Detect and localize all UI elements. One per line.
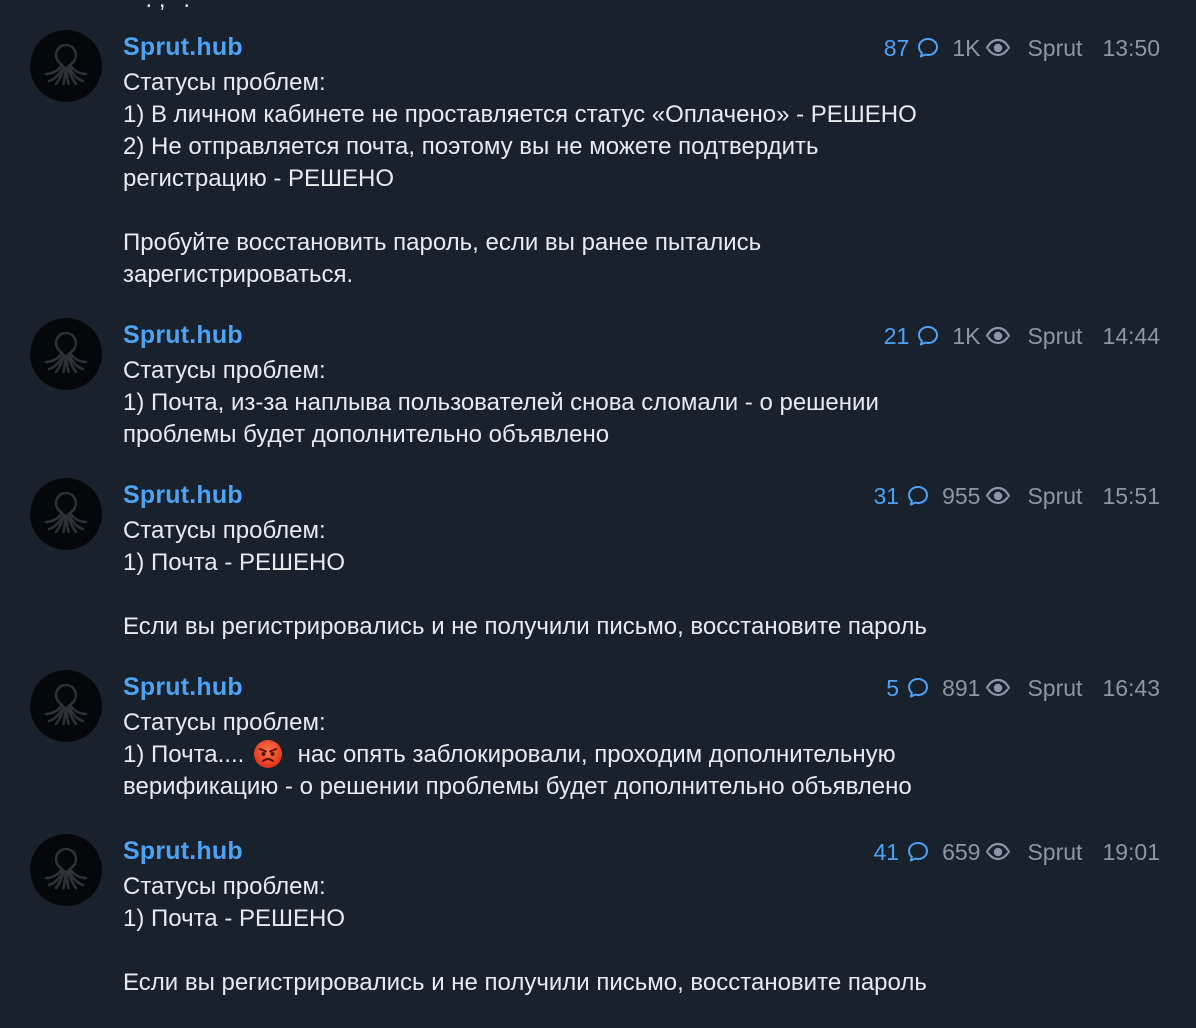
post-text-line: 1) Почта.... нас опять заблокировали, пр…	[123, 740, 896, 768]
post-meta: 21 1K Sprut 14:44	[884, 321, 1160, 351]
comments-count[interactable]: 21	[884, 323, 910, 350]
angry-face-emoji-icon	[254, 740, 282, 768]
post-text-line: Статусы проблем:	[123, 709, 326, 736]
partial-previous-line: ' ' . , ' . '	[123, 0, 201, 14]
channel-avatar[interactable]	[30, 670, 102, 742]
post-text-line: 1) Почта - РЕШЕНО	[123, 905, 345, 932]
post-time: 15:51	[1102, 482, 1160, 509]
comments-count[interactable]: 31	[873, 483, 899, 510]
post-signature: Sprut	[1027, 34, 1083, 61]
post-text-line	[123, 579, 1163, 611]
views-count: 1K	[952, 34, 981, 61]
post-time: 14:44	[1102, 322, 1160, 349]
post-signature: Sprut	[1027, 482, 1083, 509]
channel-name[interactable]: Sprut.hub	[123, 33, 243, 62]
post-text-line: Статусы проблем:	[123, 517, 326, 544]
post-text: Статусы проблем: 1) В личном кабинете не …	[123, 67, 1163, 291]
post-meta: 31 955 Sprut 15:51	[873, 481, 1160, 511]
post-text-line: Статусы проблем:	[123, 69, 326, 96]
post-text-line: Если вы регистрировались и не получили п…	[123, 613, 927, 640]
post-signature: Sprut	[1027, 674, 1083, 701]
post-signature: Sprut	[1027, 322, 1083, 349]
post-meta: 87 1K Sprut 13:50	[884, 33, 1160, 63]
comments-count[interactable]: 41	[873, 839, 899, 866]
post-text-line: Статусы проблем:	[123, 873, 326, 900]
channel-avatar[interactable]	[30, 834, 102, 906]
comment-bubble-icon[interactable]	[916, 36, 940, 60]
post-text-line: регистрацию - РЕШЕНО	[123, 165, 395, 192]
channel-avatar[interactable]	[30, 478, 102, 550]
post-text: Статусы проблем: 1) Почта - РЕШЕНО Если вы…	[123, 871, 1163, 999]
eye-icon	[985, 841, 1011, 863]
views-count: 891	[942, 674, 981, 701]
channel-avatar[interactable]	[30, 318, 102, 390]
post-signature: Sprut	[1027, 838, 1083, 865]
post-text-line: 1) Почта - РЕШЕНО	[123, 549, 345, 576]
views-count: 1K	[952, 322, 981, 349]
post-time: 13:50	[1102, 34, 1160, 61]
post-text-line: 2) Не отправляется почта, поэтому вы не …	[123, 133, 819, 160]
post-time: 16:43	[1102, 674, 1160, 701]
comment-bubble-icon[interactable]	[906, 484, 930, 508]
comment-bubble-icon[interactable]	[916, 324, 940, 348]
views-count: 955	[942, 482, 981, 509]
post-text-line: проблемы будет дополнительно объявлено	[123, 421, 610, 448]
channel-name[interactable]: Sprut.hub	[123, 481, 243, 510]
post-text: Статусы проблем: 1) Почта - РЕШЕНО Если вы…	[123, 515, 1163, 643]
post-text-line: Статусы проблем:	[123, 357, 326, 384]
eye-icon	[985, 325, 1011, 347]
post-text-line	[123, 935, 1163, 967]
channel-name[interactable]: Sprut.hub	[123, 673, 243, 702]
post-text-line	[123, 195, 1163, 227]
comments-count[interactable]: 5	[886, 675, 899, 702]
comment-bubble-icon[interactable]	[906, 676, 930, 700]
eye-icon	[985, 37, 1011, 59]
post-text-line: Пробуйте восстановить пароль, если вы ра…	[123, 229, 762, 256]
post-text: Статусы проблем: 1) Почта, из-за наплыва …	[123, 355, 1163, 451]
eye-icon	[985, 485, 1011, 507]
post-meta: 5 891 Sprut 16:43	[886, 673, 1160, 703]
post-text-line: 1) Почта, из-за наплыва пользователей сн…	[123, 389, 879, 416]
comments-count[interactable]: 87	[884, 35, 910, 62]
views-count: 659	[942, 838, 981, 865]
post-time: 19:01	[1102, 838, 1160, 865]
post-text-line: 1) В личном кабинете не проставляется ст…	[123, 101, 917, 128]
eye-icon	[985, 677, 1011, 699]
post-text-line: зарегистрироваться.	[123, 261, 354, 288]
post-text-line: Если вы регистрировались и не получили п…	[123, 969, 927, 996]
channel-avatar[interactable]	[30, 30, 102, 102]
channel-name[interactable]: Sprut.hub	[123, 837, 243, 866]
comment-bubble-icon[interactable]	[906, 840, 930, 864]
channel-name[interactable]: Sprut.hub	[123, 321, 243, 350]
post-text-line: верификацию - о решении проблемы будет д…	[123, 773, 912, 800]
channel-feed: ' ' . , ' . ' Sprut.hub 87 1K Sprut 13:5…	[0, 0, 1196, 1028]
post-meta: 41 659 Sprut 19:01	[873, 837, 1160, 867]
post-text: Статусы проблем: 1) Почта.... нас опять з…	[123, 707, 1163, 803]
